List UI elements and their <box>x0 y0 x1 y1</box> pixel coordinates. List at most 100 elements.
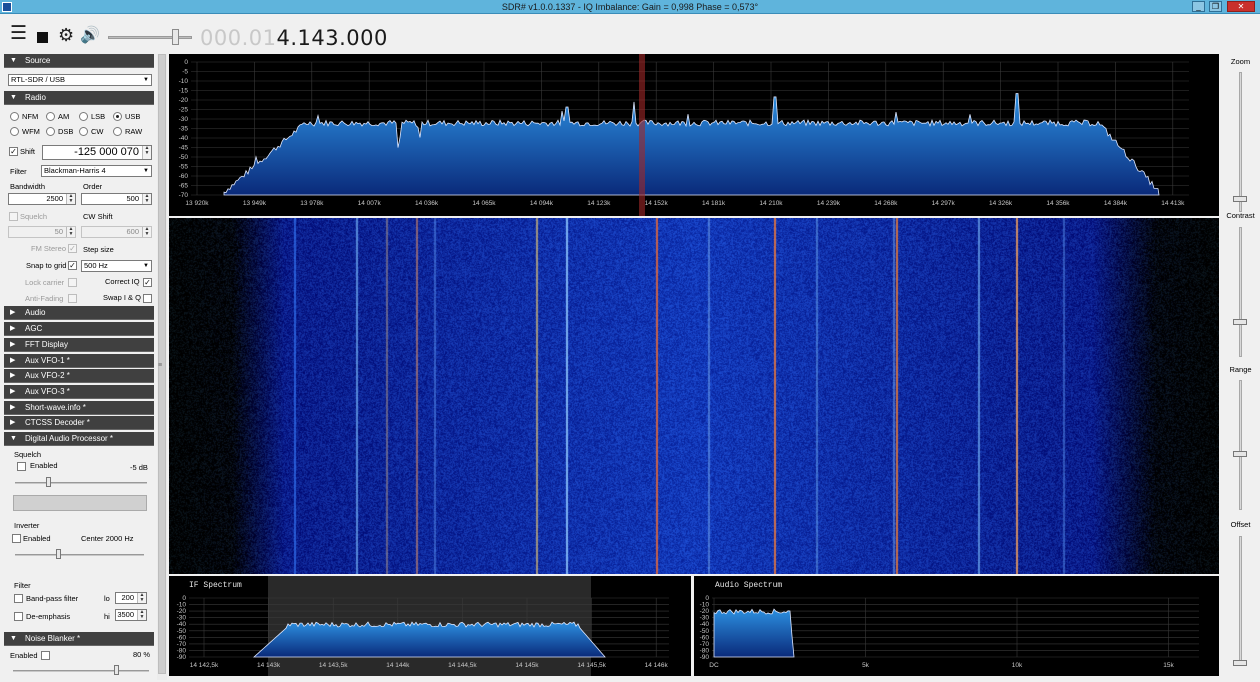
chevron-down-icon: ▼ <box>141 75 151 85</box>
dap-filter-group-label: Filter <box>14 581 31 590</box>
waterfall-canvas[interactable] <box>169 218 1219 574</box>
dap-squelch-slider-thumb[interactable] <box>46 477 51 487</box>
spectrum-analyzer[interactable]: 0 -5 -10 -15 -20 -25 -30 -35 -40 -45 -50 -55 -60 -65 -… <box>169 54 1219 216</box>
dap-squelch-enabled-checkbox[interactable] <box>17 462 26 471</box>
lo-label: lo <box>104 594 110 603</box>
radio-mode-raw[interactable] <box>113 127 122 136</box>
spectrum-plot[interactable]: 0 -5 -10 -15 -20 -25 -30 -35 -40 -45 -50 -55 -60 -65 -… <box>169 54 1219 216</box>
maximize-button[interactable]: ❐ <box>1209 1 1222 12</box>
range-slider[interactable] <box>1239 380 1242 510</box>
minimize-button[interactable]: _ <box>1192 1 1205 12</box>
radio-mode-wfm[interactable] <box>10 127 19 136</box>
menu-icon[interactable]: ☰ <box>10 24 27 43</box>
audio-spectrum-panel[interactable]: Audio Spectrum 0 -10 -20 -30 -40 -50 -60 -70 -80… <box>694 576 1219 676</box>
shift-value-input[interactable]: -125 000 070 ▲ ▼ <box>42 145 152 160</box>
band-pass-checkbox[interactable] <box>14 594 23 603</box>
section-aux-vfo-2-header[interactable]: ▶ Aux VFO-2 * <box>4 369 154 383</box>
section-noise-blanker-header[interactable]: ▼ Noise Blanker * <box>4 632 154 646</box>
waterfall-display[interactable] <box>169 218 1219 574</box>
inverter-enabled-checkbox[interactable] <box>12 534 21 543</box>
stepper-arrows-icon[interactable]: ▲ ▼ <box>66 194 75 204</box>
audio-x-tick-label: 10k <box>1012 662 1023 669</box>
contrast-slider[interactable] <box>1239 227 1242 357</box>
cw-shift-input[interactable]: 600 ▲ ▼ <box>81 226 152 238</box>
correct-iq-checkbox[interactable]: ✓ <box>143 278 152 287</box>
vfo-marker[interactable] <box>639 54 645 216</box>
volume-slider[interactable] <box>108 36 192 39</box>
shift-checkbox[interactable]: ✓ <box>9 147 18 156</box>
radio-mode-cw[interactable] <box>79 127 88 136</box>
dap-squelch-group-label: Squelch <box>14 450 42 459</box>
spectrum-x-tick-label: 13 920k <box>185 200 209 207</box>
source-device-select[interactable]: RTL-SDR / USB ▼ <box>8 74 152 86</box>
section-dap-header[interactable]: ▼ Digital Audio Processor * <box>4 432 154 446</box>
dap-squelch-enabled-label: Enabled <box>30 461 58 470</box>
inverter-center-slider[interactable] <box>15 554 144 556</box>
contrast-slider-thumb[interactable] <box>1233 319 1247 325</box>
dap-squelch-slider[interactable] <box>15 482 147 484</box>
if-spectrum-panel[interactable]: IF Spectrum 0 -10 -20 -30 -40 -50 -60 -70 -80 -90… <box>169 576 691 676</box>
control-panel-scrollbar[interactable]: ≡ <box>157 54 167 680</box>
zoom-slider[interactable] <box>1239 72 1242 212</box>
noise-blanker-slider-thumb[interactable] <box>114 665 119 675</box>
anti-fading-checkbox[interactable] <box>68 294 77 303</box>
squelch-checkbox[interactable] <box>9 212 18 221</box>
radio-mode-nfm[interactable] <box>10 112 19 121</box>
speaker-icon[interactable]: 🔊 <box>80 28 100 44</box>
stepper-arrows-icon[interactable]: ▲ ▼ <box>137 610 146 620</box>
section-aux-vfo-3-header[interactable]: ▶ Aux VFO-3 * <box>4 385 154 399</box>
stepper-arrows-icon[interactable]: ▲ ▼ <box>142 194 151 204</box>
snap-to-grid-checkbox[interactable]: ✓ <box>68 261 77 270</box>
radio-mode-dsb[interactable] <box>46 127 55 136</box>
gear-icon[interactable]: ⚙ <box>58 26 74 44</box>
frequency-leading-digits[interactable]: 000.01 <box>200 26 276 50</box>
volume-slider-thumb[interactable] <box>172 29 179 45</box>
step-size-select[interactable]: 500 Hz ▼ <box>81 260 152 272</box>
de-emphasis-checkbox[interactable] <box>14 612 23 621</box>
close-button[interactable]: ✕ <box>1227 1 1255 12</box>
section-source-header[interactable]: ▼ Source <box>4 54 154 68</box>
if-spectrum-plot[interactable]: IF Spectrum 0-10-20-30-40-50-60-70-80-90… <box>169 576 691 676</box>
lock-carrier-checkbox[interactable] <box>68 278 77 287</box>
hi-input[interactable]: 3500 ▲ ▼ <box>115 609 147 621</box>
section-audio-header[interactable]: ▶ Audio <box>4 306 154 320</box>
section-aux-vfo-1-header[interactable]: ▶ Aux VFO-1 * <box>4 354 154 368</box>
range-slider-thumb[interactable] <box>1233 451 1247 457</box>
stepper-arrows-icon[interactable]: ▲ ▼ <box>66 227 75 237</box>
fm-stereo-label: FM Stereo <box>31 244 67 253</box>
radio-mode-am[interactable] <box>46 112 55 121</box>
noise-blanker-enabled-checkbox[interactable] <box>41 651 50 660</box>
section-fft-display-header[interactable]: ▶ FFT Display <box>4 338 154 352</box>
stop-icon[interactable] <box>37 32 48 43</box>
filter-select[interactable]: Blackman-Harris 4 ▼ <box>41 165 152 177</box>
section-agc-header[interactable]: ▶ AGC <box>4 322 154 336</box>
anti-fading-label: Anti-Fading <box>25 294 64 303</box>
offset-slider-thumb[interactable] <box>1233 660 1247 666</box>
noise-blanker-slider[interactable] <box>13 670 149 672</box>
squelch-input[interactable]: 50 ▲ ▼ <box>8 226 76 238</box>
radio-mode-lsb[interactable] <box>79 112 88 121</box>
stepper-arrows-icon[interactable]: ▲ ▼ <box>137 593 146 603</box>
stepper-arrows-icon[interactable]: ▲ ▼ <box>142 146 151 159</box>
zoom-slider-thumb[interactable] <box>1233 196 1247 202</box>
frequency-display[interactable]: 000.014.143.000 <box>200 26 388 50</box>
swap-iq-checkbox[interactable] <box>143 294 152 303</box>
lo-input[interactable]: 200 ▲ ▼ <box>115 592 147 604</box>
spectrum-x-tick-label: 13 978k <box>300 200 324 207</box>
range-label: Range <box>1229 365 1252 374</box>
offset-slider[interactable] <box>1239 536 1242 666</box>
inverter-center-slider-thumb[interactable] <box>56 549 61 559</box>
section-shortwave-info-header[interactable]: ▶ Short-wave.info * <box>4 401 154 415</box>
swap-iq-label: Swap I & Q <box>103 293 141 302</box>
audio-spectrum-plot[interactable]: Audio Spectrum 0-10-20-30-40-50-60-70-80… <box>694 576 1219 676</box>
bandwidth-input[interactable]: 2500 ▲ ▼ <box>8 193 76 205</box>
stepper-arrows-icon[interactable]: ▲ ▼ <box>142 227 151 237</box>
section-radio-header[interactable]: ▼ Radio <box>4 91 154 105</box>
spectrum-x-tick-label: 14 094k <box>530 200 554 207</box>
grip-icon: ≡ <box>158 362 163 369</box>
order-input[interactable]: 500 ▲ ▼ <box>81 193 152 205</box>
section-ctcss-decoder-header[interactable]: ▶ CTCSS Decoder * <box>4 416 154 430</box>
fm-stereo-checkbox[interactable]: ✓ <box>68 244 77 253</box>
radio-mode-usb[interactable] <box>113 112 122 121</box>
frequency-digits[interactable]: 4.143.000 <box>276 26 387 50</box>
